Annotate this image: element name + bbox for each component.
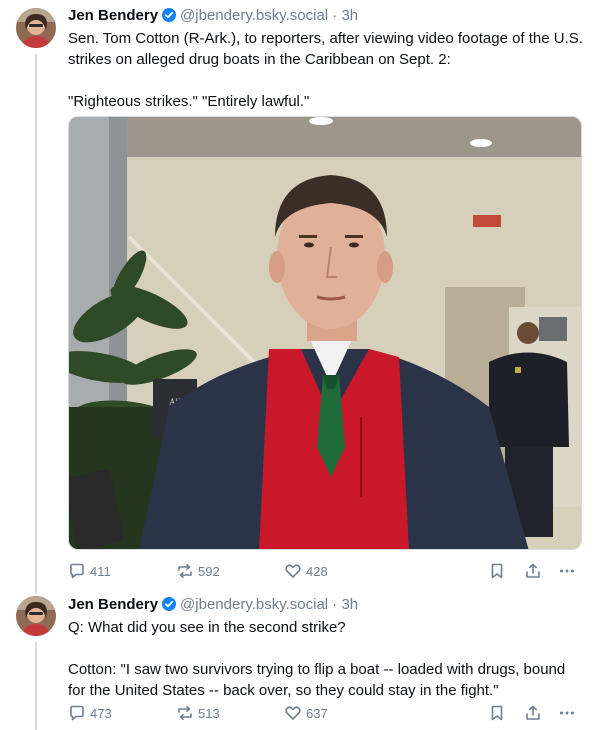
share-icon xyxy=(526,705,540,720)
avatar[interactable] xyxy=(16,596,56,636)
post-image[interactable]: All Tour xyxy=(68,116,582,550)
post-header: Jen Bendery @jbendery.bsky.social · 3h xyxy=(68,596,358,614)
separator-dot: · xyxy=(332,7,338,24)
thread-line xyxy=(35,642,37,730)
bookmark-icon xyxy=(491,705,503,721)
thread-line xyxy=(35,54,37,594)
author-name[interactable]: Jen Bendery xyxy=(68,596,158,613)
reply-count: 473 xyxy=(90,705,112,721)
share-icon xyxy=(526,563,540,578)
like-count: 637 xyxy=(306,705,328,721)
repost-button[interactable]: 513 xyxy=(176,702,220,724)
post-text: Sen. Tom Cotton (R-Ark.), to reporters, … xyxy=(68,30,583,110)
post-text: Q: What did you see in the second strike… xyxy=(68,619,566,699)
author-handle[interactable]: @jbendery.bsky.social xyxy=(180,596,328,613)
more-options-button[interactable] xyxy=(558,702,580,724)
more-options-button[interactable] xyxy=(558,560,580,582)
bookmark-button[interactable] xyxy=(488,702,510,724)
like-count: 428 xyxy=(306,563,328,579)
verified-badge-icon xyxy=(162,8,177,22)
share-button[interactable] xyxy=(524,560,546,582)
like-button[interactable]: 428 xyxy=(284,560,328,582)
ellipsis-icon xyxy=(560,711,574,715)
reply-button[interactable]: 411 xyxy=(68,560,111,582)
post-header: Jen Bendery @jbendery.bsky.social · 3h xyxy=(68,7,358,25)
reply-count: 411 xyxy=(90,563,111,579)
repost-count: 592 xyxy=(198,563,220,579)
post-actions: 473 513 637 xyxy=(68,702,584,724)
repost-button[interactable]: 592 xyxy=(176,560,220,582)
share-button[interactable] xyxy=(524,702,546,724)
verified-badge-icon xyxy=(162,597,177,611)
repost-count: 513 xyxy=(198,705,220,721)
author-name[interactable]: Jen Bendery xyxy=(68,7,158,24)
post-actions: 411 592 428 xyxy=(68,560,584,582)
avatar[interactable] xyxy=(16,8,56,48)
heart-icon xyxy=(285,706,301,720)
ellipsis-icon xyxy=(560,569,574,573)
reply-icon xyxy=(70,705,84,721)
heart-icon xyxy=(285,564,301,578)
like-button[interactable]: 637 xyxy=(284,702,328,724)
reply-icon xyxy=(70,563,84,579)
reply-button[interactable]: 473 xyxy=(68,702,112,724)
post-time[interactable]: 3h xyxy=(341,596,358,613)
post-time[interactable]: 3h xyxy=(341,7,358,24)
repost-icon xyxy=(178,564,192,578)
repost-icon xyxy=(178,706,192,720)
author-handle[interactable]: @jbendery.bsky.social xyxy=(180,7,328,24)
bookmark-icon xyxy=(491,563,503,579)
separator-dot: · xyxy=(332,596,338,613)
bookmark-button[interactable] xyxy=(488,560,510,582)
